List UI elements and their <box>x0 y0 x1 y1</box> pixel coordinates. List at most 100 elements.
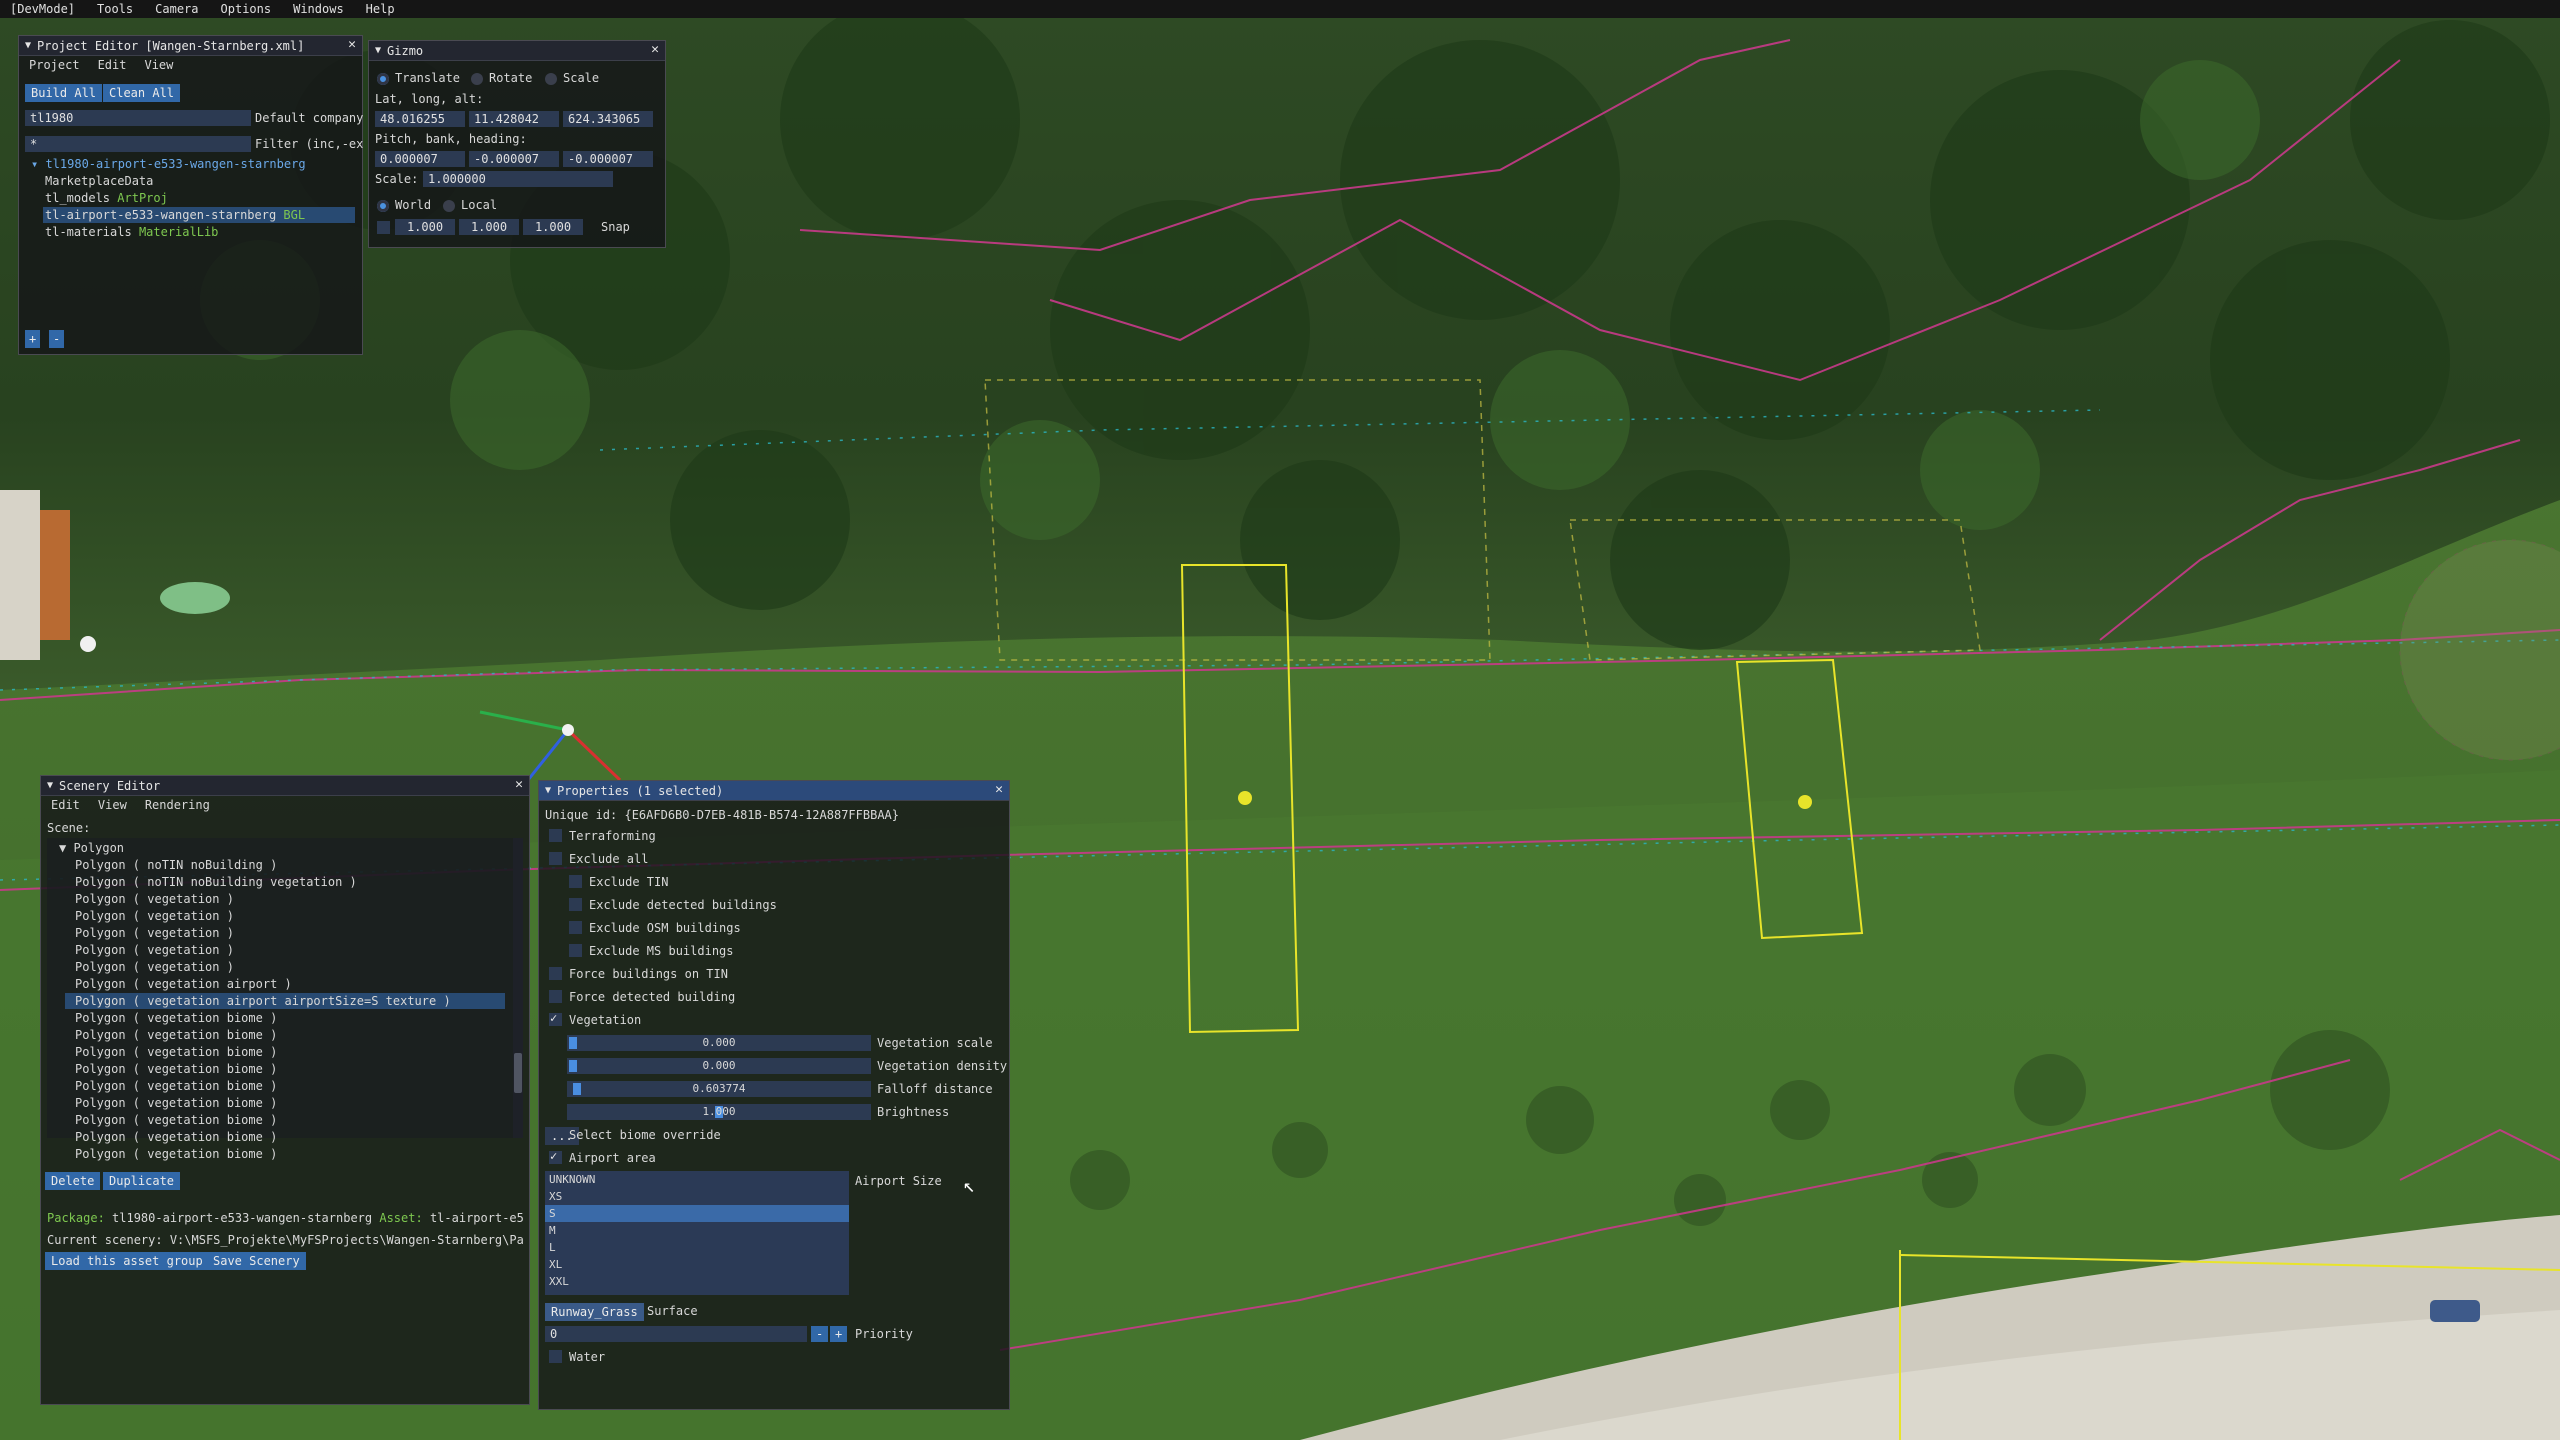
exclude-tin-checkbox[interactable] <box>569 875 582 888</box>
force-tin-checkbox[interactable] <box>549 967 562 980</box>
alt-input[interactable]: 624.343065 <box>563 111 653 127</box>
tree-item-selected[interactable]: tl-airport-e533-wangen-starnberg BGL <box>45 208 305 222</box>
collapse-icon[interactable]: ▼ <box>25 40 31 51</box>
tree-item[interactable]: tl_models ArtProj <box>45 191 168 205</box>
scene-item[interactable]: Polygon ( vegetation biome ) <box>75 1045 277 1059</box>
scene-item[interactable]: Polygon ( vegetation ) <box>75 960 234 974</box>
scene-list-scrollbar[interactable] <box>513 838 523 1138</box>
duplicate-button[interactable]: Duplicate <box>103 1172 181 1190</box>
scene-item[interactable]: Polygon ( vegetation ) <box>75 943 234 957</box>
scene-item[interactable]: Polygon ( vegetation ) <box>75 926 234 940</box>
surface-dropdown[interactable]: Runway_Grass <box>545 1303 644 1321</box>
scale-input[interactable]: 1.000000 <box>423 171 613 187</box>
window-titlebar[interactable]: ▼ Project Editor [Wangen-Starnberg.xml] … <box>19 36 362 56</box>
lat-input[interactable]: 48.016255 <box>375 111 465 127</box>
add-button[interactable]: + <box>25 330 41 348</box>
save-scenery-button[interactable]: Save Scenery <box>207 1252 306 1270</box>
menu-options[interactable]: Options <box>221 2 272 16</box>
airport-size-option[interactable]: L <box>545 1239 849 1256</box>
pitch-input[interactable]: 0.000007 <box>375 151 465 167</box>
load-asset-group-button[interactable]: Load this asset group <box>45 1252 209 1270</box>
long-input[interactable]: 11.428042 <box>469 111 559 127</box>
menu-tools[interactable]: Tools <box>97 2 133 16</box>
menu-windows[interactable]: Windows <box>293 2 344 16</box>
window-titlebar[interactable]: ▼ Gizmo ✕ <box>369 41 665 61</box>
tree-item[interactable]: MarketplaceData <box>45 174 153 188</box>
snap-y-input[interactable]: 1.000 <box>459 219 519 235</box>
airport-size-option-selected[interactable]: S <box>545 1205 849 1222</box>
scene-item[interactable]: Polygon ( vegetation biome ) <box>75 1113 277 1127</box>
mode-scale[interactable]: Scale <box>545 71 599 85</box>
menu-edit[interactable]: Edit <box>98 58 127 72</box>
exclude-osm-checkbox[interactable] <box>569 921 582 934</box>
menu-project[interactable]: Project <box>29 58 80 72</box>
remove-button[interactable]: - <box>49 330 65 348</box>
airport-area-checkbox[interactable] <box>549 1149 562 1164</box>
space-world[interactable]: World <box>377 198 431 212</box>
brightness-slider[interactable]: 1.000 <box>567 1104 871 1120</box>
airport-size-option[interactable]: M <box>545 1222 849 1239</box>
exclude-all-checkbox[interactable] <box>549 852 562 865</box>
water-checkbox[interactable] <box>549 1350 562 1363</box>
bank-input[interactable]: -0.000007 <box>469 151 559 167</box>
close-icon[interactable]: ✕ <box>995 782 1003 797</box>
airport-size-listbox[interactable]: UNKNOWN XS S M L XL XXL <box>545 1171 849 1295</box>
vegetation-density-slider[interactable]: 0.000 <box>567 1058 871 1074</box>
close-icon[interactable]: ✕ <box>348 37 356 52</box>
scene-item[interactable]: Polygon ( vegetation biome ) <box>75 1079 277 1093</box>
airport-size-option[interactable]: UNKNOWN <box>545 1171 849 1188</box>
airport-size-option[interactable]: XXL <box>545 1273 849 1290</box>
exclude-detected-checkbox[interactable] <box>569 898 582 911</box>
window-titlebar[interactable]: ▼ Scenery Editor ✕ <box>41 776 529 796</box>
tree-group[interactable]: ▼ Polygon <box>59 841 124 855</box>
clean-all-button[interactable]: Clean All <box>103 84 181 102</box>
company-input[interactable]: tl1980 <box>25 110 251 126</box>
menu-camera[interactable]: Camera <box>155 2 198 16</box>
airport-size-option[interactable]: XL <box>545 1256 849 1273</box>
force-detected-checkbox[interactable] <box>549 990 562 1003</box>
scene-item[interactable]: Polygon ( vegetation biome ) <box>75 1147 277 1161</box>
scene-item[interactable]: Polygon ( vegetation biome ) <box>75 1011 277 1025</box>
menu-view[interactable]: View <box>144 58 173 72</box>
scene-item-selected[interactable]: Polygon ( vegetation airport airportSize… <box>75 994 451 1008</box>
space-local[interactable]: Local <box>443 198 497 212</box>
scene-item[interactable]: Polygon ( vegetation biome ) <box>75 1028 277 1042</box>
snap-x-input[interactable]: 1.000 <box>395 219 455 235</box>
filter-input[interactable]: * <box>25 136 251 152</box>
vegetation-checkbox[interactable] <box>549 1011 562 1026</box>
terraforming-checkbox[interactable] <box>549 829 562 842</box>
window-titlebar[interactable]: ▼ Properties (1 selected) ✕ <box>539 781 1009 801</box>
tree-item[interactable]: tl-materials MaterialLib <box>45 225 218 239</box>
snap-checkbox[interactable] <box>377 221 390 234</box>
tree-root[interactable]: ▾ tl1980-airport-e533-wangen-starnberg <box>31 157 306 171</box>
scene-item[interactable]: Polygon ( vegetation biome ) <box>75 1096 277 1110</box>
menu-view[interactable]: View <box>98 798 127 812</box>
scene-item[interactable]: Polygon ( vegetation biome ) <box>75 1130 277 1144</box>
collapse-icon[interactable]: ▼ <box>375 45 381 56</box>
menu-rendering[interactable]: Rendering <box>145 798 210 812</box>
delete-button[interactable]: Delete <box>45 1172 101 1190</box>
scene-item[interactable]: Polygon ( vegetation ) <box>75 892 234 906</box>
close-icon[interactable]: ✕ <box>651 42 659 57</box>
airport-size-option[interactable]: XS <box>545 1188 849 1205</box>
collapse-icon[interactable]: ▼ <box>545 785 551 796</box>
mode-rotate[interactable]: Rotate <box>471 71 532 85</box>
priority-increment-button[interactable]: + <box>830 1326 848 1342</box>
scene-item[interactable]: Polygon ( noTIN noBuilding vegetation ) <box>75 875 357 889</box>
heading-input[interactable]: -0.000007 <box>563 151 653 167</box>
menu-devmode[interactable]: [DevMode] <box>10 2 75 16</box>
snap-z-input[interactable]: 1.000 <box>523 219 583 235</box>
scene-item[interactable]: Polygon ( noTIN noBuilding ) <box>75 858 277 872</box>
collapse-icon[interactable]: ▼ <box>47 780 53 791</box>
scene-item[interactable]: Polygon ( vegetation ) <box>75 909 234 923</box>
exclude-ms-checkbox[interactable] <box>569 944 582 957</box>
menu-edit[interactable]: Edit <box>51 798 80 812</box>
close-icon[interactable]: ✕ <box>515 777 523 792</box>
priority-input[interactable]: 0 <box>545 1326 807 1342</box>
falloff-distance-slider[interactable]: 0.603774 <box>567 1081 871 1097</box>
vegetation-scale-slider[interactable]: 0.000 <box>567 1035 871 1051</box>
scene-item[interactable]: Polygon ( vegetation biome ) <box>75 1062 277 1076</box>
build-all-button[interactable]: Build All <box>25 84 103 102</box>
priority-decrement-button[interactable]: - <box>811 1326 829 1342</box>
mode-translate[interactable]: Translate <box>377 71 460 85</box>
